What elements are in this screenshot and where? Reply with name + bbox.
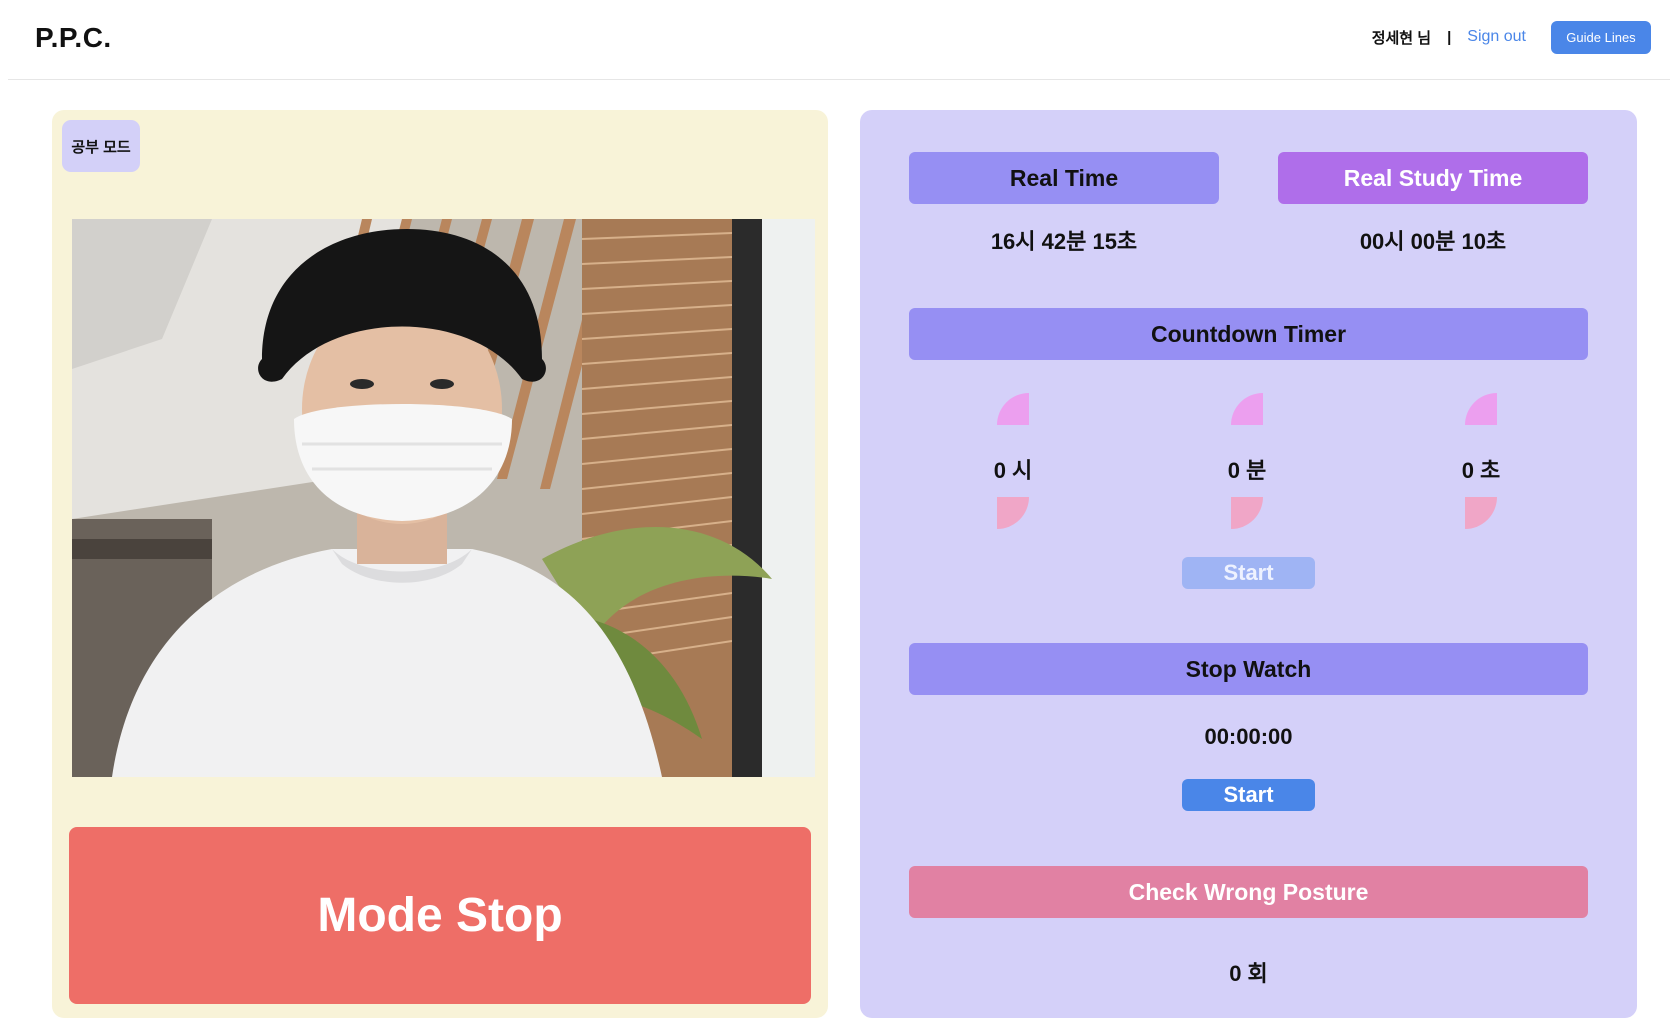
real-time-header: Real Time xyxy=(909,152,1219,204)
real-study-time-header: Real Study Time xyxy=(1278,152,1588,204)
header-divider xyxy=(8,79,1670,80)
hours-down-icon[interactable] xyxy=(997,497,1029,529)
minutes-down-icon[interactable] xyxy=(1231,497,1263,529)
countdown-timer-header: Countdown Timer xyxy=(909,308,1588,360)
hours-up-icon[interactable] xyxy=(997,393,1029,425)
countdown-start-button[interactable]: Start xyxy=(1182,557,1315,589)
seconds-up-icon[interactable] xyxy=(1465,393,1497,425)
real-study-time-value: 00시 00분 10초 xyxy=(1359,229,1507,254)
user-name: 정세현 님 xyxy=(1371,29,1432,47)
sign-out-link[interactable]: Sign out xyxy=(1467,28,1526,46)
real-time-value: 16시 42분 15초 xyxy=(990,229,1138,254)
hours-selector: 0 시 xyxy=(953,393,1073,533)
minutes-value: 0 분 xyxy=(1227,458,1267,483)
timer-panel: Real Time 16시 42분 15초 Real Study Time 00… xyxy=(860,110,1637,1018)
stop-watch-value: 00:00:00 xyxy=(1204,724,1293,749)
header-separator: | xyxy=(1447,28,1452,46)
check-wrong-posture-header: Check Wrong Posture xyxy=(909,866,1588,918)
brand-logo[interactable]: P.P.C. xyxy=(35,22,112,54)
seconds-value: 0 초 xyxy=(1461,458,1501,483)
study-mode-badge: 공부 모드 xyxy=(62,120,140,172)
stop-watch-start-button[interactable]: Start xyxy=(1182,779,1315,811)
webcam-feed xyxy=(72,219,815,777)
seconds-selector: 0 초 xyxy=(1421,393,1541,533)
wrong-posture-count: 0 회 xyxy=(1229,961,1268,986)
hours-value: 0 시 xyxy=(993,458,1033,483)
seconds-down-icon[interactable] xyxy=(1465,497,1497,529)
minutes-up-icon[interactable] xyxy=(1231,393,1263,425)
stop-watch-header: Stop Watch xyxy=(909,643,1588,695)
minutes-selector: 0 분 xyxy=(1187,393,1307,533)
header-user-area: 정세현 님 | Sign out Guide Lines xyxy=(1372,20,1651,54)
top-header: P.P.C. 정세현 님 | Sign out Guide Lines xyxy=(0,0,1678,80)
mode-stop-button[interactable]: Mode Stop xyxy=(69,827,811,1004)
guide-lines-button[interactable]: Guide Lines xyxy=(1551,20,1651,54)
webcam-image xyxy=(72,219,815,777)
study-mode-panel: 공부 모드 Mode Stop xyxy=(52,110,828,1018)
